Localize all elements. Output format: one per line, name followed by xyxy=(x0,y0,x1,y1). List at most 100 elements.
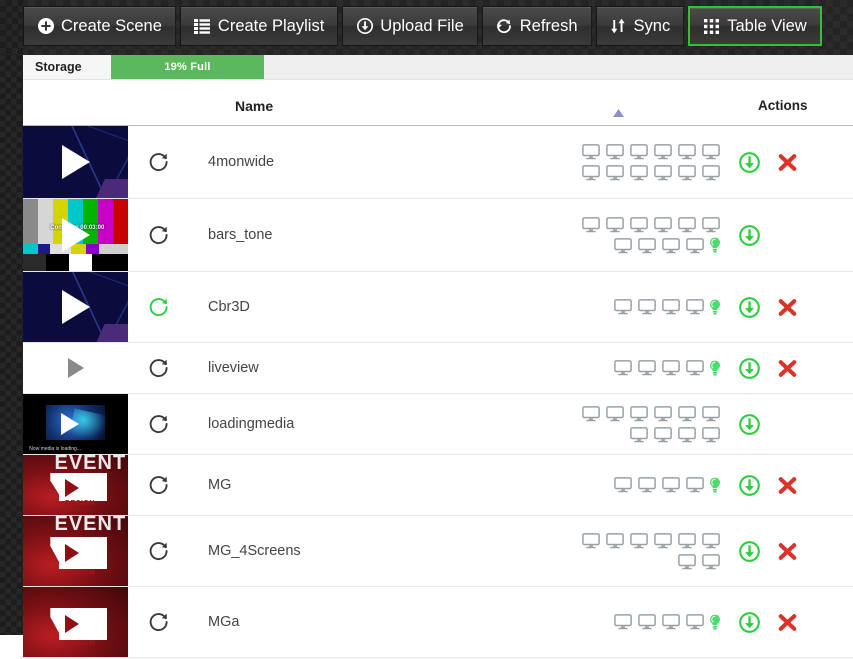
monitor-icon[interactable] xyxy=(604,215,626,234)
row-refresh-button[interactable] xyxy=(128,540,190,562)
delete-button[interactable] xyxy=(776,474,798,496)
toolbar-button-upload-file[interactable]: Upload File xyxy=(342,6,478,46)
toolbar-button-sync[interactable]: Sync xyxy=(595,6,685,46)
monitor-icon[interactable] xyxy=(604,404,626,423)
lightbulb-icon[interactable] xyxy=(708,359,722,378)
media-thumbnail[interactable]: EVENT DESIGN xyxy=(23,516,128,586)
toolbar-button-table-view[interactable]: Table View xyxy=(688,6,822,46)
monitor-icon[interactable] xyxy=(636,298,658,317)
row-refresh-button[interactable] xyxy=(128,413,190,435)
thumbnail-cell[interactable]: Now media is loading... xyxy=(23,394,128,454)
monitor-icon[interactable] xyxy=(580,163,602,182)
delete-button[interactable] xyxy=(776,540,798,562)
thumbnail-cell[interactable]: EVENT DESIGN xyxy=(23,516,128,586)
monitor-icon[interactable] xyxy=(684,476,706,495)
thumbnail-cell[interactable] xyxy=(23,343,128,393)
monitor-icon[interactable] xyxy=(676,531,698,550)
download-button[interactable] xyxy=(738,540,760,562)
refresh-icon[interactable] xyxy=(148,540,170,562)
row-refresh-button[interactable] xyxy=(128,357,190,379)
row-refresh-button[interactable] xyxy=(128,474,190,496)
table-row[interactable]: EVENT DESIGN MG_4Screens xyxy=(23,516,853,587)
lightbulb-icon[interactable] xyxy=(708,613,722,632)
monitor-icon[interactable] xyxy=(684,613,706,632)
media-thumbnail[interactable]: DESIGN xyxy=(23,587,128,657)
thumbnail-cell[interactable]: Computer 00:03:00 xyxy=(23,199,128,271)
monitor-icon[interactable] xyxy=(636,236,658,255)
monitor-icon[interactable] xyxy=(660,298,682,317)
toolbar-button-create-playlist[interactable]: Create Playlist xyxy=(179,6,339,46)
monitor-icon[interactable] xyxy=(676,425,698,444)
download-button[interactable] xyxy=(738,611,760,633)
monitor-icon[interactable] xyxy=(652,425,674,444)
monitor-icon[interactable] xyxy=(700,552,722,571)
row-refresh-button[interactable] xyxy=(128,151,190,173)
sort-ascending-icon[interactable] xyxy=(613,104,624,122)
monitor-icon[interactable] xyxy=(580,215,602,234)
lightbulb-icon[interactable] xyxy=(708,298,722,317)
thumbnail-cell[interactable] xyxy=(23,272,128,342)
download-button[interactable] xyxy=(738,151,760,173)
monitor-icon[interactable] xyxy=(676,142,698,161)
table-row[interactable]: EVENT DESIGN MG xyxy=(23,455,853,516)
monitor-icon[interactable] xyxy=(660,359,682,378)
monitor-icon[interactable] xyxy=(660,236,682,255)
monitor-icon[interactable] xyxy=(628,404,650,423)
monitor-icon[interactable] xyxy=(676,163,698,182)
media-thumbnail[interactable]: Now media is loading... xyxy=(23,394,128,454)
monitor-icon[interactable] xyxy=(628,142,650,161)
thumbnail-cell[interactable]: EVENT DESIGN xyxy=(23,455,128,515)
monitor-icon[interactable] xyxy=(628,163,650,182)
monitor-icon[interactable] xyxy=(652,163,674,182)
monitor-icon[interactable] xyxy=(612,476,634,495)
table-row[interactable]: Computer 00:03:00 bars_tone xyxy=(23,199,853,272)
monitor-icon[interactable] xyxy=(652,142,674,161)
refresh-icon[interactable] xyxy=(148,413,170,435)
delete-button[interactable] xyxy=(776,611,798,633)
monitor-icon[interactable] xyxy=(652,531,674,550)
monitor-icon[interactable] xyxy=(628,425,650,444)
refresh-icon[interactable] xyxy=(148,357,170,379)
download-button[interactable] xyxy=(738,474,760,496)
monitor-icon[interactable] xyxy=(612,359,634,378)
refresh-icon[interactable] xyxy=(148,474,170,496)
monitor-icon[interactable] xyxy=(604,142,626,161)
table-row[interactable]: 4monwide xyxy=(23,126,853,199)
monitor-icon[interactable] xyxy=(636,476,658,495)
monitor-icon[interactable] xyxy=(660,613,682,632)
refresh-icon[interactable] xyxy=(148,296,170,318)
monitor-icon[interactable] xyxy=(580,142,602,161)
media-thumbnail[interactable] xyxy=(23,126,128,198)
delete-button[interactable] xyxy=(776,357,798,379)
monitor-icon[interactable] xyxy=(684,236,706,255)
delete-button[interactable] xyxy=(776,151,798,173)
monitor-icon[interactable] xyxy=(700,425,722,444)
monitor-icon[interactable] xyxy=(604,163,626,182)
monitor-icon[interactable] xyxy=(612,236,634,255)
row-refresh-button[interactable] xyxy=(128,611,190,633)
monitor-icon[interactable] xyxy=(604,531,626,550)
media-thumbnail[interactable] xyxy=(23,272,128,342)
row-refresh-button[interactable] xyxy=(128,224,190,246)
monitor-icon[interactable] xyxy=(580,404,602,423)
refresh-icon[interactable] xyxy=(148,151,170,173)
monitor-icon[interactable] xyxy=(700,142,722,161)
delete-button[interactable] xyxy=(776,296,798,318)
row-refresh-button[interactable] xyxy=(128,296,190,318)
monitor-icon[interactable] xyxy=(636,359,658,378)
monitor-icon[interactable] xyxy=(652,215,674,234)
monitor-icon[interactable] xyxy=(700,404,722,423)
monitor-icon[interactable] xyxy=(628,215,650,234)
monitor-icon[interactable] xyxy=(684,298,706,317)
table-row[interactable]: DESIGN MGa xyxy=(23,587,853,658)
monitor-icon[interactable] xyxy=(676,215,698,234)
thumbnail-cell[interactable]: DESIGN xyxy=(23,587,128,657)
media-thumbnail[interactable]: EVENT DESIGN xyxy=(23,455,128,515)
monitor-icon[interactable] xyxy=(612,613,634,632)
download-button[interactable] xyxy=(738,224,760,246)
monitor-icon[interactable] xyxy=(700,163,722,182)
lightbulb-icon[interactable] xyxy=(708,476,722,495)
monitor-icon[interactable] xyxy=(700,531,722,550)
table-row[interactable]: liveview xyxy=(23,343,853,394)
monitor-icon[interactable] xyxy=(660,476,682,495)
